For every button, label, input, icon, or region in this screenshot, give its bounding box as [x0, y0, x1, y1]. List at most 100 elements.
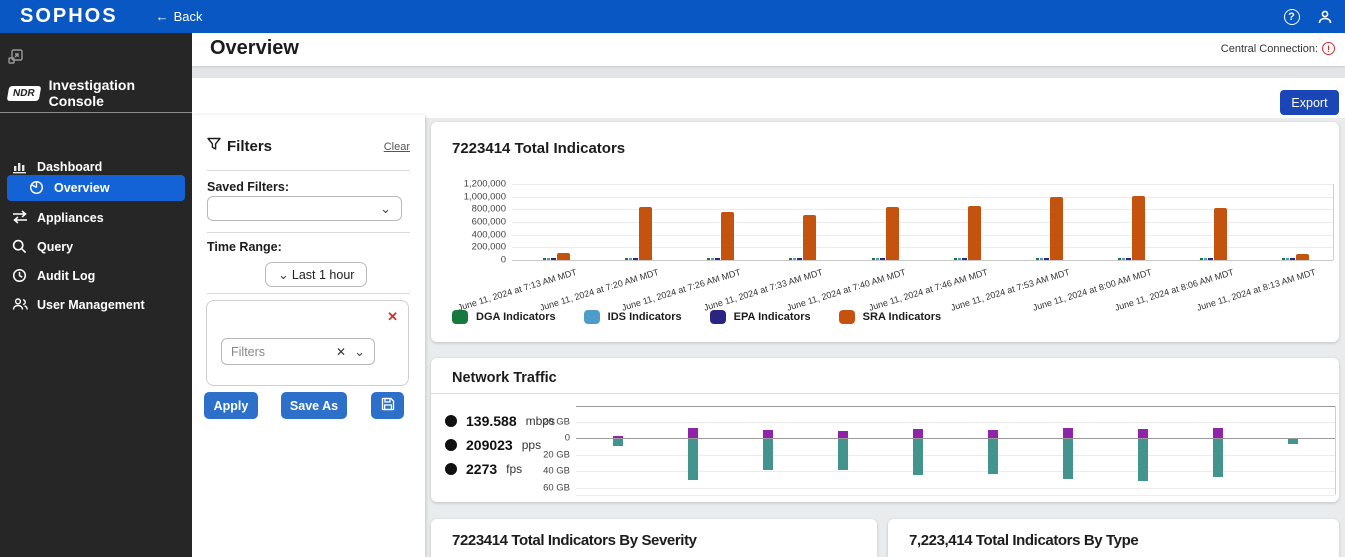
sidebar-item-label: Dashboard — [37, 160, 102, 174]
bar-dga — [872, 258, 875, 260]
bar-sra — [1132, 196, 1145, 260]
bar-traffic-up — [763, 430, 773, 438]
bar-traffic-up — [1063, 428, 1073, 438]
y-axis-tick: 20 GB — [526, 416, 570, 427]
export-button[interactable]: Export — [1280, 90, 1339, 115]
bar-ids — [958, 258, 961, 260]
bar-traffic-up — [1138, 429, 1148, 438]
total-indicators-card: 7223414 Total Indicators 0200,000400,000… — [431, 122, 1339, 342]
chevron-down-icon: ⌄ — [380, 204, 391, 214]
sophos-logo: SOPHOS — [20, 5, 118, 28]
divider — [207, 170, 410, 171]
bar-dga — [1036, 258, 1039, 260]
product-header: NDR Investigation Console — [8, 77, 192, 109]
bar-traffic-down — [1138, 439, 1148, 481]
legend-item[interactable]: DGA Indicators — [452, 310, 556, 324]
bar-traffic-down — [613, 439, 623, 446]
y-axis-tick: 400,000 — [434, 229, 506, 240]
bar-sra — [721, 212, 734, 260]
bar-ids — [711, 258, 714, 260]
legend-label: IDS Indicators — [608, 311, 682, 323]
time-range-label: Time Range: — [207, 240, 282, 254]
network-traffic-card: Network Traffic 139.588 mbps 209023 pps … — [431, 358, 1339, 502]
bar-traffic-up — [913, 429, 923, 438]
filter-field-placeholder: Filters — [231, 345, 336, 359]
bar-epa — [1290, 258, 1295, 260]
floppy-disk-icon — [381, 397, 395, 414]
bar-ids — [547, 258, 550, 260]
bar-traffic-down — [988, 439, 998, 474]
legend-label: SRA Indicators — [863, 311, 941, 323]
sidebar-divider — [0, 112, 192, 113]
remove-filter-icon[interactable]: ✕ — [387, 309, 398, 325]
bar-ids — [629, 258, 632, 260]
legend-item[interactable]: SRA Indicators — [839, 310, 941, 324]
y-axis-tick: 200,000 — [434, 242, 506, 253]
sidebar-item-user-management[interactable]: User Management — [0, 292, 192, 318]
bar-epa — [797, 258, 802, 260]
back-arrow-icon: ← — [156, 9, 169, 24]
divider — [207, 293, 410, 294]
clock-icon — [12, 268, 28, 284]
y-axis-tick: 1,000,000 — [434, 191, 506, 202]
bar-dga — [789, 258, 792, 260]
gridline — [512, 222, 1333, 223]
filter-field-select[interactable]: Filters ✕ ⌄ — [221, 338, 375, 365]
y-axis-tick: 0 — [526, 433, 570, 444]
chevron-down-icon: ⌄ — [354, 347, 365, 357]
legend-swatch — [839, 310, 855, 324]
sidebar-item-label: Audit Log — [37, 269, 95, 283]
bar-epa — [962, 258, 967, 260]
bar-chart-icon — [12, 159, 28, 175]
y-axis-tick: 800,000 — [434, 204, 506, 215]
bar-sra — [968, 206, 981, 260]
y-axis-tick: 60 GB — [526, 482, 570, 493]
help-icon[interactable]: ? — [1283, 8, 1300, 25]
save-filter-button[interactable] — [371, 392, 404, 419]
legend-swatch — [710, 310, 726, 324]
header-separator-strip — [192, 66, 1345, 78]
legend-label: DGA Indicators — [476, 311, 556, 323]
save-as-button[interactable]: Save As — [281, 392, 347, 419]
total-indicators-chart: 0200,000400,000600,000800,0001,000,0001,… — [431, 162, 1339, 312]
bar-epa — [1126, 258, 1131, 260]
clear-field-icon[interactable]: ✕ — [336, 345, 346, 359]
divider — [207, 232, 410, 233]
pie-chart-icon — [29, 180, 45, 196]
page-title: Overview — [210, 37, 299, 60]
gridline — [512, 235, 1333, 236]
network-traffic-chart: 20 GB020 GB40 GB60 GB — [431, 358, 1339, 502]
legend-item[interactable]: IDS Indicators — [584, 310, 682, 324]
saved-filters-select[interactable]: ⌄ — [207, 196, 402, 221]
apply-button[interactable]: Apply — [204, 392, 258, 419]
top-bar: SOPHOS ← Back ? — [0, 0, 1345, 33]
sidebar-item-label: User Management — [37, 298, 145, 312]
time-range-select[interactable]: ⌄ Last 1 hour — [265, 262, 367, 287]
sidebar-item-label: Overview — [54, 181, 110, 195]
back-button[interactable]: ← Back — [156, 9, 203, 24]
sidebar-item-label: Appliances — [37, 211, 104, 225]
bar-traffic-down — [1213, 439, 1223, 477]
bar-traffic-down — [1063, 439, 1073, 479]
bar-traffic-up — [838, 431, 848, 438]
search-icon — [12, 239, 28, 255]
clear-filters-link[interactable]: Clear — [384, 141, 410, 153]
collapse-sidebar-icon[interactable] — [8, 49, 23, 69]
user-account-icon[interactable] — [1316, 8, 1333, 25]
sidebar-item-label: Query — [37, 240, 73, 254]
sidebar-item-overview[interactable]: Overview — [7, 175, 185, 201]
bar-sra — [639, 207, 652, 260]
bar-dga — [543, 258, 546, 260]
warning-icon[interactable]: ! — [1322, 42, 1335, 55]
gridline — [512, 184, 1333, 185]
bar-ids — [876, 258, 879, 260]
sidebar-item-appliances[interactable]: Appliances — [0, 205, 192, 231]
sidebar: NDR Investigation Console Dashboard Over… — [0, 33, 192, 557]
bar-traffic-down — [913, 439, 923, 475]
legend-item[interactable]: EPA Indicators — [710, 310, 811, 324]
sidebar-item-query[interactable]: Query — [0, 234, 192, 260]
total-indicators-title: 7223414 Total Indicators — [452, 140, 625, 157]
sidebar-item-audit-log[interactable]: Audit Log — [0, 263, 192, 289]
bar-traffic-down — [838, 439, 848, 470]
legend-swatch — [584, 310, 600, 324]
